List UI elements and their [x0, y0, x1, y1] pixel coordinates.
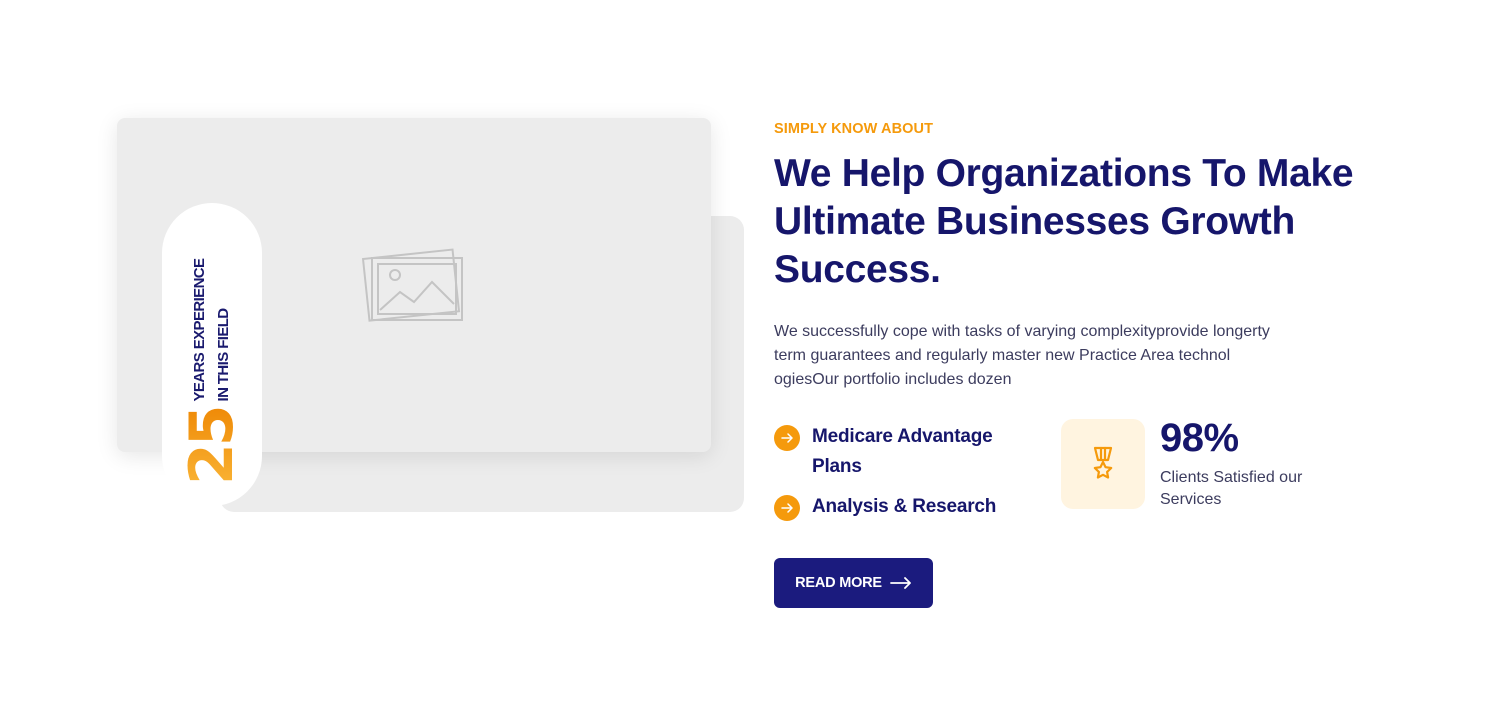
experience-text-line2: IN THIS FIELD [215, 307, 232, 401]
read-more-label: READ MORE [795, 575, 882, 591]
section-description: We successfully cope with tasks of varyi… [774, 323, 1270, 388]
stat-label: Clients Satisfied our Services [1160, 469, 1303, 508]
award-icon [1093, 446, 1113, 479]
feature-list: Medicare Advantage Plans Analysis & Rese… [774, 422, 1024, 532]
experience-badge: 25 YEARS EXPERIENCE IN THIS FIELD [162, 203, 262, 506]
arrow-right-icon [774, 495, 800, 521]
feature-item: Medicare Advantage Plans [774, 422, 1024, 482]
experience-years: 25 [177, 407, 247, 485]
section-heading: We Help Organizations To Make Ultimate B… [774, 152, 1354, 291]
feature-item: Analysis & Research [774, 492, 1024, 522]
stat-icon-box [1061, 419, 1145, 509]
arrow-right-icon [774, 425, 800, 451]
long-arrow-right-icon [890, 577, 911, 589]
about-section: 25 YEARS EXPERIENCE IN THIS FIELD SIMPLY… [0, 0, 1503, 727]
read-more-button[interactable]: READ MORE [774, 558, 933, 608]
section-eyebrow: SIMPLY KNOW ABOUT [774, 121, 934, 137]
image-placeholder-icon [362, 248, 463, 322]
experience-text-line1: YEARS EXPERIENCE [191, 258, 208, 401]
feature-label: Medicare Advantage Plans [812, 426, 993, 477]
stat-value: 98% [1160, 416, 1239, 460]
feature-label: Analysis & Research [812, 496, 997, 517]
